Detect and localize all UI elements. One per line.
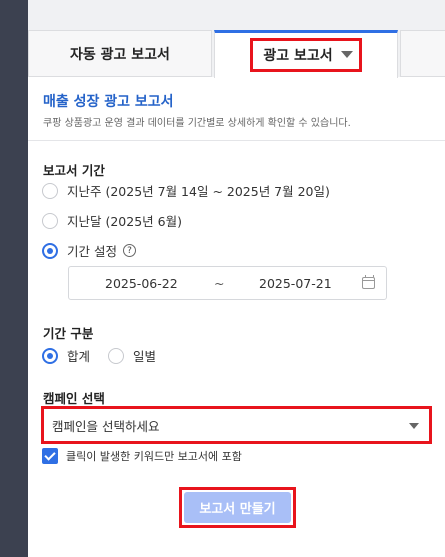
- date-range-picker[interactable]: 2025-06-22 ~ 2025-07-21: [68, 266, 387, 300]
- highlight-box: 보고서 만들기: [179, 487, 296, 528]
- checkbox-checked-icon[interactable]: [42, 448, 58, 464]
- tab-more[interactable]: [400, 30, 445, 77]
- tab-label: 광고 보고서: [263, 47, 333, 64]
- tab-ad-report[interactable]: 광고 보고서: [214, 30, 398, 78]
- tab-auto-ad-report[interactable]: 자동 광고 보고서: [28, 30, 212, 77]
- radio-icon[interactable]: [42, 212, 58, 229]
- campaign-label: 캠페인 선택: [43, 391, 105, 406]
- page-title: 매출 성장 광고 보고서: [43, 94, 174, 110]
- divider: [28, 140, 445, 141]
- radio-icon-checked[interactable]: [42, 347, 58, 364]
- radio-custom-period[interactable]: 기간 설정 ?: [42, 241, 136, 260]
- checkbox-label: 클릭이 발생한 키워드만 보고서에 포함: [66, 450, 242, 463]
- calendar-icon[interactable]: [362, 275, 375, 289]
- radio-label: 기간 설정: [67, 244, 117, 259]
- start-date[interactable]: 2025-06-22: [105, 276, 178, 291]
- radio-label: 지난달 (2025년 6월): [67, 214, 182, 229]
- tab-bar: 자동 광고 보고서 광고 보고서: [28, 0, 445, 78]
- chevron-down-icon: [409, 423, 419, 429]
- end-date[interactable]: 2025-07-21: [259, 276, 332, 291]
- report-panel: 자동 광고 보고서 광고 보고서 매출 성장 광고 보고서 쿠팡 상품광고 운영…: [28, 0, 445, 557]
- tab-label: 자동 광고 보고서: [70, 46, 170, 63]
- radio-total[interactable]: 합계: [42, 346, 90, 365]
- breakdown-label: 기간 구분: [43, 326, 94, 341]
- date-separator: ~: [214, 276, 225, 291]
- period-label: 보고서 기간: [43, 163, 105, 178]
- radio-daily[interactable]: 일별: [108, 346, 156, 365]
- radio-last-week[interactable]: 지난주 (2025년 7월 14일 ~ 2025년 7월 20일): [42, 181, 330, 200]
- background-sidebar: [0, 0, 28, 557]
- highlight-box: 광고 보고서: [250, 37, 362, 72]
- campaign-placeholder: 캠페인을 선택하세요: [52, 418, 160, 434]
- help-icon[interactable]: ?: [122, 244, 136, 257]
- radio-label: 일별: [133, 349, 157, 364]
- radio-icon[interactable]: [42, 182, 58, 199]
- radio-last-month[interactable]: 지난달 (2025년 6월): [42, 211, 182, 230]
- create-report-button[interactable]: 보고서 만들기: [184, 492, 291, 523]
- radio-label: 합계: [67, 349, 91, 364]
- clicked-keywords-only-checkbox[interactable]: 클릭이 발생한 키워드만 보고서에 포함: [42, 448, 242, 464]
- radio-icon[interactable]: [108, 347, 124, 364]
- campaign-select[interactable]: 캠페인을 선택하세요: [41, 406, 432, 444]
- page-description: 쿠팡 상품광고 운영 결과 데이터를 기간별로 상세하게 확인할 수 있습니다.: [43, 118, 351, 129]
- radio-icon-checked[interactable]: [42, 242, 58, 259]
- caret-down-icon: [340, 51, 353, 58]
- radio-label: 지난주 (2025년 7월 14일 ~ 2025년 7월 20일): [67, 184, 330, 199]
